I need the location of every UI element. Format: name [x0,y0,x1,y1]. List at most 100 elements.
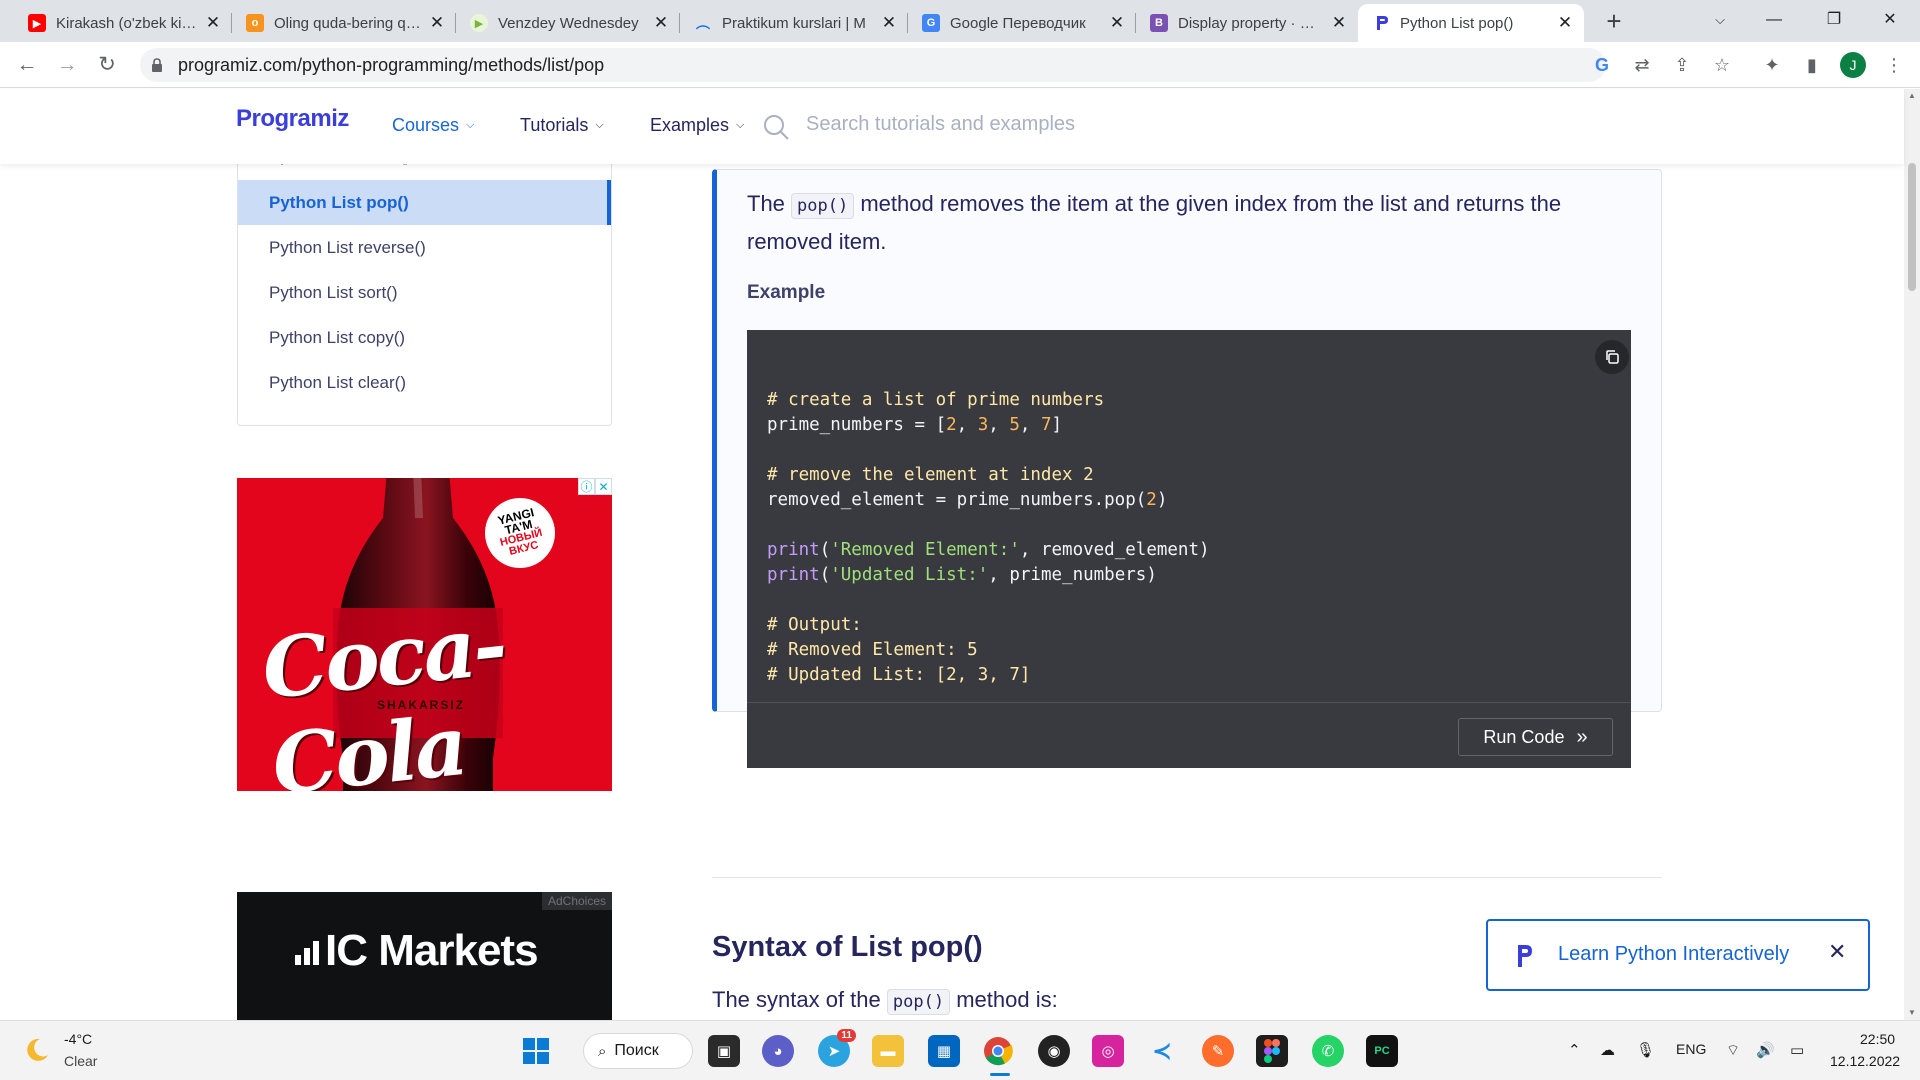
onedrive-icon[interactable]: ☁ [1600,1041,1615,1059]
tab-search-icon[interactable]: ⌵ [1692,0,1748,42]
clock-time[interactable]: 22:50 [1860,1031,1895,1047]
back-button[interactable]: ← [12,50,42,80]
pycharm-icon[interactable]: PC [1366,1035,1398,1067]
battery-icon[interactable]: ▭ [1790,1041,1804,1059]
translate-icon[interactable]: ⇄ [1628,51,1656,79]
browser-tab[interactable]: ︵ Praktikum kurslari | M ✕ [680,4,908,42]
ic-markets-logo: IC Markets [295,926,539,976]
browser-tab[interactable]: ▶ Kirakash (o'zbek kino) ✕ [14,4,232,42]
learn-python-promo[interactable]: Learn Python Interactively ✕ [1486,919,1870,991]
ic-markets-text: IC Markets [325,926,539,975]
browser-tab[interactable]: B Display property · Boo ✕ [1136,4,1358,42]
browser-tab-active[interactable]: Python List pop() ✕ [1358,4,1584,42]
nav-label: Examples [650,115,730,135]
tab-title: Oling quda-bering quda [274,14,422,32]
run-code-button[interactable]: Run Code » [1458,718,1613,756]
sidebar-item[interactable]: Python List sort() [238,270,611,315]
telegram-icon[interactable]: ➤ 11 [818,1029,856,1067]
close-icon[interactable]: ✕ [1556,13,1574,33]
sidebar-method-list: Python List count() Python List pop() Py… [237,146,612,426]
address-bar[interactable]: programiz.com/python-programming/methods… [140,48,1606,82]
new-tab-button[interactable]: + [1598,6,1630,38]
ic-markets-ad[interactable]: AdChoices IC Markets [237,892,612,1020]
microphone-icon[interactable]: 🎙 [1636,1041,1655,1059]
share-icon[interactable]: ⇪ [1668,51,1696,79]
obs-icon[interactable]: ◉ [1038,1035,1070,1067]
double-chevron-icon: » [1576,725,1588,748]
nav-examples[interactable]: Examples ⌵ [650,115,744,136]
postman-icon[interactable]: ✎ [1202,1035,1234,1067]
microsoft-store-icon[interactable]: ▦ [928,1035,960,1067]
coca-cola-ad[interactable]: Coca-Cola SHAKARSIZ YANGI TA'M НОВЫЙ ВКУ… [237,478,612,791]
instagram-icon[interactable]: ◎ [1092,1035,1124,1067]
forward-button[interactable]: → [52,50,82,80]
learn-python-label[interactable]: Learn Python Interactively [1558,943,1789,966]
file-explorer-icon[interactable]: ▬ [872,1035,904,1067]
sidebar-item[interactable]: Python List reverse() [238,225,611,270]
taskbar-search[interactable]: ⌕ Поиск [583,1033,693,1069]
adchoices-label[interactable]: AdChoices [541,892,612,910]
close-icon[interactable]: ✕ [880,13,898,33]
sidebar-item[interactable]: Python List clear() [238,360,611,405]
minimize-button[interactable]: — [1746,0,1802,42]
close-icon[interactable]: ✕ [1330,13,1348,33]
google-icon[interactable]: G [1588,51,1616,79]
side-panel-icon[interactable]: ▮ [1798,51,1826,79]
close-icon[interactable]: ✕ [204,13,222,33]
clock-date[interactable]: 12.12.2022 [1830,1053,1900,1069]
weather-temperature[interactable]: -4°C [64,1031,92,1047]
chevron-up-icon[interactable]: ⌃ [1568,1041,1581,1059]
browser-tab[interactable]: G Google Переводчик ✕ [908,4,1136,42]
tab-title: Praktikum kurslari | M [722,14,866,32]
extensions-icon[interactable]: ✦ [1758,51,1786,79]
chat-icon[interactable]: ◕ [762,1035,794,1067]
vscode-icon[interactable]: ≺ [1146,1035,1178,1067]
menu-icon[interactable]: ⋮ [1880,51,1908,79]
sidebar-item-active[interactable]: Python List pop() [238,180,611,225]
profile-avatar[interactable]: J [1840,52,1866,78]
whatsapp-icon[interactable]: ✆ [1312,1035,1344,1067]
figma-icon[interactable] [1256,1035,1288,1067]
volume-icon[interactable]: 🔊 [1756,1041,1775,1059]
code-line: removed_element = prime_numbers.pop(2) [767,490,1168,510]
code-line: # Updated List: [2, 3, 7] [767,665,1031,685]
programiz-logo[interactable]: Programiz [236,105,349,133]
restore-button[interactable]: ❐ [1806,0,1862,42]
ad-info-icon[interactable]: ⓘ [578,478,595,495]
browser-tab[interactable]: ▶ Venzdey Wednesdey ✕ [456,4,680,42]
search-icon: ⌕ [598,1042,607,1060]
chrome-icon[interactable] [982,1035,1014,1067]
moon-icon[interactable] [22,1035,52,1065]
close-icon[interactable]: ✕ [1108,13,1126,33]
close-window-button[interactable]: ✕ [1862,0,1918,42]
scroll-down-icon[interactable]: ▼ [1907,1008,1917,1018]
browser-tab[interactable]: о Oling quda-bering quda ✕ [232,4,456,42]
scrollbar-thumb[interactable] [1908,163,1916,291]
nav-courses[interactable]: Courses ⌵ [392,115,474,136]
youtube-icon: ▶ [28,14,46,32]
task-view-icon[interactable]: ▣ [708,1035,740,1067]
nav-tutorials[interactable]: Tutorials ⌵ [520,115,604,136]
close-icon[interactable]: ✕ [1828,939,1846,965]
syntax-text: The syntax of the [712,987,881,1012]
lock-icon[interactable] [148,56,166,74]
copy-icon[interactable] [1595,340,1629,374]
scroll-up-icon[interactable]: ▲ [1907,91,1917,101]
ad-close-icon[interactable]: ✕ [595,478,612,495]
close-icon[interactable]: ✕ [428,13,446,33]
code-example[interactable]: # create a list of prime numbers prime_nu… [747,330,1631,768]
language-indicator[interactable]: ENG [1676,1041,1706,1057]
weather-description[interactable]: Clear [64,1053,97,1069]
wifi-icon[interactable]: ⌔ [1726,1041,1740,1060]
search-icon[interactable] [762,113,790,141]
search-input[interactable]: Search tutorials and examples [806,113,1075,136]
close-icon[interactable]: ✕ [652,13,670,33]
sidebar-item[interactable]: Python List copy() [238,315,611,360]
page-scrollbar[interactable]: ▲ ▼ [1904,89,1920,1020]
code-text[interactable]: # create a list of prime numbers prime_nu… [767,363,1210,738]
star-icon[interactable]: ☆ [1708,51,1736,79]
reload-button[interactable]: ↻ [92,50,122,80]
code-line: print('Updated List:', prime_numbers) [767,565,1157,585]
windows-start-icon[interactable] [520,1035,552,1067]
